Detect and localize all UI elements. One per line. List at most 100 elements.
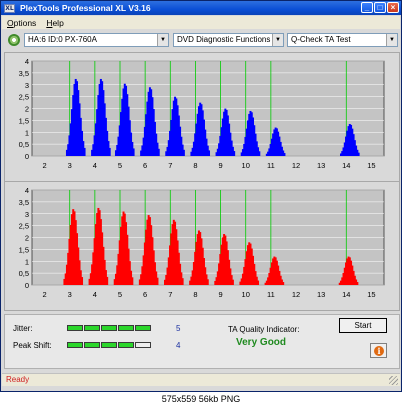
groove-chart-y-tick-label: 1 <box>25 257 29 266</box>
peak-shift-meter-segment <box>84 342 100 348</box>
land-chart-x-tick-label: 15 <box>367 161 375 170</box>
land-chart-y-tick-label: 3 <box>25 81 29 90</box>
results-panel: Jitter: 5 Peak Shift: 4 TA Quality Indic… <box>4 314 400 369</box>
groove-chart-x-tick-label: 6 <box>143 290 147 299</box>
close-button[interactable]: × <box>387 2 399 13</box>
groove-chart-x-tick-label: 9 <box>218 290 222 299</box>
resize-grip[interactable] <box>389 376 398 385</box>
groove-chart-x-tick-label: 7 <box>168 290 172 299</box>
land-chart-x-tick-label: 13 <box>317 161 325 170</box>
land-chart-y-tick-label: 3,5 <box>19 69 29 78</box>
land-chart-x-tick-label: 10 <box>242 161 250 170</box>
menu-help[interactable]: Help <box>41 18 68 28</box>
peak-shift-meter-segment <box>118 342 134 348</box>
chevron-down-icon[interactable]: ▼ <box>272 34 283 46</box>
groove-chart-y-tick-label: 2,5 <box>19 222 29 231</box>
status-text: Ready <box>6 375 30 384</box>
land-chart-x-tick-label: 12 <box>292 161 300 170</box>
groove-chart-x-tick-label: 10 <box>242 290 250 299</box>
land-chart-x-tick-label: 9 <box>218 161 222 170</box>
status-bar: Ready <box>2 373 400 386</box>
chevron-down-icon[interactable]: ▼ <box>157 34 168 46</box>
menu-help-label: elp <box>52 17 64 28</box>
menu-bar: Options Help <box>2 16 400 29</box>
land-chart-bar <box>83 147 86 156</box>
start-button[interactable]: Start <box>339 318 387 333</box>
menu-options-mnemonic: O <box>7 17 14 28</box>
groove-chart-x-tick-label: 15 <box>367 290 375 299</box>
toolbar: HA:6 ID:0 PX-760A ▼ DVD Diagnostic Funct… <box>4 32 400 48</box>
peak-shift-meter-segment <box>101 342 117 348</box>
groove-chart-x-tick-label: 11 <box>267 290 275 299</box>
land-chart-y-tick-label: 2 <box>25 105 29 114</box>
land-chart-bar <box>108 147 111 156</box>
land-chart-x-tick-label: 3 <box>68 161 72 170</box>
groove-chart-x-tick-label: 3 <box>68 290 72 299</box>
land-chart-x-tick-label: 2 <box>42 161 46 170</box>
land-chart-bar <box>182 149 185 156</box>
peak-shift-meter-segment <box>67 342 83 348</box>
land-chart-y-tick-label: 1 <box>25 128 29 137</box>
land-chart-y-tick-label: 0 <box>25 152 29 161</box>
groove-chart-bar <box>131 277 134 285</box>
land-chart-bar <box>258 151 261 156</box>
groove-chart-x-tick-label: 4 <box>93 290 97 299</box>
land-chart: 0 0,5 1 1,5 2 2,5 3 3,5 4 2 3 4 5 6 7 8 9 10 11 12 13 14 15 <box>19 57 385 170</box>
land-chart-y-tick-label: 4 <box>25 57 29 66</box>
app-window: XL PlexTools Professional XL V3.16 _ □ ×… <box>0 0 402 392</box>
groove-chart-bar <box>156 277 159 285</box>
groove-chart: 0 0,5 1 1,5 2 2,5 3 3,5 4 2 3 4 5 6 7 8 9 10 11 12 13 14 15 <box>19 186 385 299</box>
groove-chart-x-tick-label: 5 <box>118 290 122 299</box>
function-select-value: DVD Diagnostic Functions <box>177 35 271 44</box>
groove-chart-x-tick-label: 8 <box>193 290 197 299</box>
groove-chart-x-tick-label: 13 <box>317 290 325 299</box>
test-select[interactable]: Q-Check TA Test ▼ <box>287 33 398 47</box>
menu-options[interactable]: Options <box>2 18 41 28</box>
groove-chart-y-tick-label: 2 <box>25 234 29 243</box>
disc-drive-icon <box>8 34 20 46</box>
land-chart-x-tick-label: 8 <box>193 161 197 170</box>
land-chart-x-tick-label: 11 <box>267 161 275 170</box>
groove-chart-bar <box>206 279 209 285</box>
groove-chart-bar <box>282 282 285 285</box>
land-chart-x-tick-label: 4 <box>93 161 97 170</box>
jitter-meter-segment <box>67 325 83 331</box>
peak-shift-meter <box>67 342 151 348</box>
app-icon: XL <box>4 3 15 13</box>
jitter-value: 5 <box>176 324 181 333</box>
jitter-meter-segment <box>101 325 117 331</box>
menu-options-label: ptions <box>13 17 37 28</box>
maximize-button[interactable]: □ <box>374 2 386 13</box>
peak-shift-meter-segment <box>135 342 151 348</box>
groove-chart-bar <box>231 279 234 285</box>
window-controls: _ □ × <box>361 2 399 13</box>
land-chart-y-tick-label: 1,5 <box>19 116 29 125</box>
jitter-meter-segment <box>84 325 100 331</box>
land-chart-bar <box>283 153 286 156</box>
land-chart-y-tick-label: 0,5 <box>19 140 29 149</box>
ta-quality-value: Very Good <box>236 337 287 348</box>
jitter-meter <box>67 325 151 331</box>
land-chart-panel: 0 0,5 1 1,5 2 2,5 3 3,5 4 2 3 4 5 6 7 8 9 10 11 12 13 14 15 <box>4 52 400 182</box>
function-select[interactable]: DVD Diagnostic Functions ▼ <box>173 33 284 47</box>
title-bar: XL PlexTools Professional XL V3.16 _ □ × <box>1 1 401 15</box>
drive-select[interactable]: HA:6 ID:0 PX-760A ▼ <box>24 33 169 47</box>
drive-select-value: HA:6 ID:0 PX-760A <box>28 35 97 44</box>
groove-chart-x-tick-label: 12 <box>292 290 300 299</box>
info-icon: i <box>374 346 384 356</box>
land-chart-x-tick-label: 5 <box>118 161 122 170</box>
minimize-button[interactable]: _ <box>361 2 373 13</box>
info-button[interactable]: i <box>370 343 387 358</box>
groove-chart-bar <box>181 278 184 285</box>
groove-chart-y-tick-label: 0 <box>25 281 29 290</box>
land-chart-bar <box>233 151 236 156</box>
test-select-value: Q-Check TA Test <box>291 35 351 44</box>
land-chart-bar <box>208 150 211 156</box>
jitter-meter-segment <box>135 325 151 331</box>
groove-chart-bar <box>81 277 84 285</box>
chevron-down-icon[interactable]: ▼ <box>386 34 397 46</box>
image-caption: 575x559 56kb PNG <box>0 392 402 406</box>
land-chart-bar <box>357 152 360 156</box>
groove-chart-y-tick-label: 3 <box>25 210 29 219</box>
groove-chart-panel: 0 0,5 1 1,5 2 2,5 3 3,5 4 2 3 4 5 6 7 8 9 10 11 12 13 14 15 <box>4 181 400 311</box>
